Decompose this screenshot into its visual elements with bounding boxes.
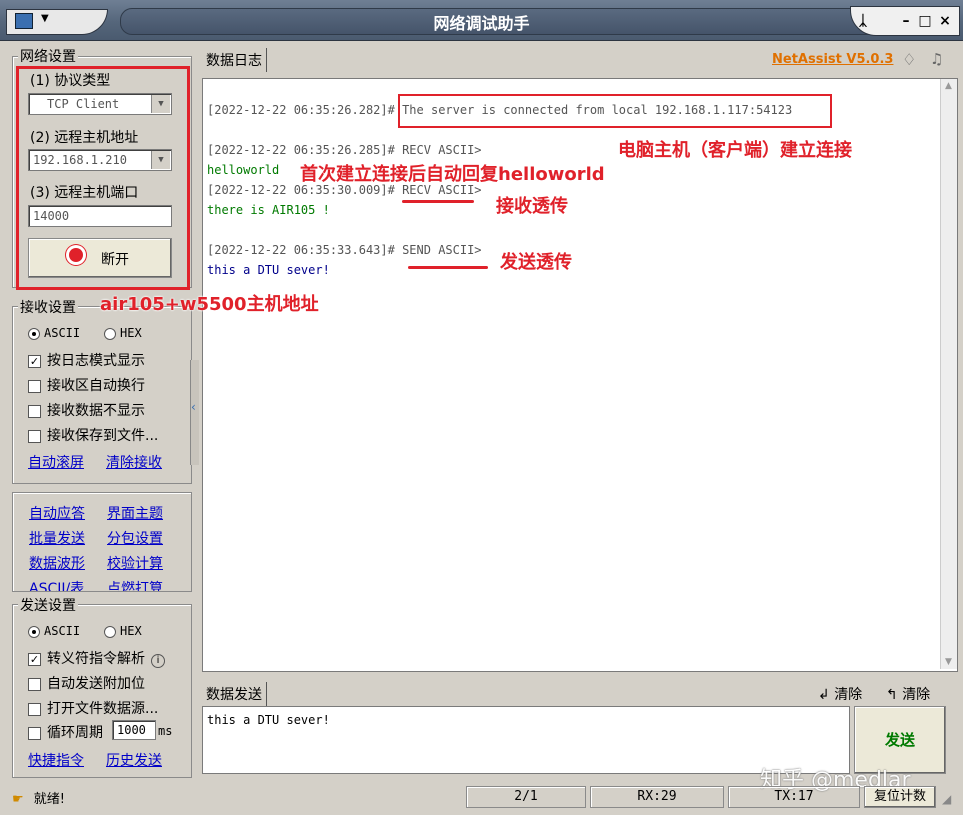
extra-tool-link[interactable]: 点燃打算 [107, 578, 163, 591]
version-label[interactable]: NetAssist V5.0.3 [772, 52, 893, 67]
host-label: (2) 远程主机地址 [30, 130, 139, 146]
log-line-dtu: this a DTU sever! [207, 263, 330, 277]
resize-grip-icon[interactable]: ◢ [942, 792, 951, 806]
batch-send-link[interactable]: 批量发送 [29, 528, 85, 548]
skin-icon[interactable]: ♢ [902, 50, 916, 69]
auto-scroll-link[interactable]: 自动滚屏 [28, 452, 84, 472]
receive-hex-radio[interactable]: HEX [104, 326, 142, 340]
protocol-select[interactable]: TCP Client ▼ [28, 93, 172, 115]
status-page: 2/1 [466, 786, 586, 808]
log-line-recv-1: [2022-12-22 06:35:26.285]# RECV ASCII> [207, 143, 482, 157]
checkbox-icon [28, 429, 41, 443]
send-option-escape[interactable]: ✓ 转义符指令解析 i [28, 648, 165, 668]
collapse-sidebar-handle[interactable]: ‹ [190, 360, 199, 465]
theme-link[interactable]: 界面主题 [107, 503, 163, 523]
checkbox-icon [28, 404, 41, 418]
reset-count-button[interactable]: 复位计数 [864, 786, 936, 808]
receive-ascii-radio[interactable]: ASCII [28, 326, 80, 340]
port-label: (3) 远程主机端口 [30, 185, 139, 201]
log-line-air105: there is AIR105 ! [207, 203, 330, 217]
host-value: 192.168.1.210 [33, 153, 127, 167]
send-option-append[interactable]: 自动发送附加位 [28, 673, 145, 693]
send-history-link[interactable]: 历史发送 [106, 750, 162, 770]
checkbox-checked-icon: ✓ [28, 354, 41, 368]
checksum-link[interactable]: 校验计算 [107, 553, 163, 573]
loop-period-input[interactable]: 1000 [112, 720, 156, 740]
pin-icon[interactable]: ᛣ [850, 10, 876, 32]
receive-option-save-file[interactable]: 接收保存到文件... [28, 425, 158, 445]
host-select[interactable]: 192.168.1.210 ▼ [28, 149, 172, 171]
status-tx: TX:17 [728, 786, 860, 808]
clear-send-button[interactable]: ↲ 清除 [818, 684, 862, 704]
scroll-down-icon[interactable]: ▼ [945, 657, 952, 667]
radio-icon [104, 327, 116, 340]
bell-icon[interactable]: ♫ [930, 50, 943, 68]
send-hex-radio[interactable]: HEX [104, 624, 142, 638]
packet-settings-link[interactable]: 分包设置 [107, 528, 163, 548]
close-button[interactable]: × [932, 10, 958, 32]
checkbox-checked-icon: ✓ [28, 652, 41, 666]
send-underline [408, 266, 488, 269]
checkbox-icon [28, 677, 41, 691]
network-settings-label: 网络设置 [18, 46, 78, 66]
shortcut-commands-link[interactable]: 快捷指令 [28, 750, 84, 770]
clear-history-button[interactable]: ↰ 清除 [886, 684, 930, 704]
radio-selected-icon [28, 625, 40, 638]
radio-icon [104, 625, 116, 638]
send-tab[interactable]: 数据发送 [202, 682, 267, 706]
clear-down-icon: ↲ [818, 687, 835, 703]
disconnect-label: 断开 [101, 252, 129, 268]
receive-option-wrap[interactable]: 接收区自动换行 [28, 375, 145, 395]
checkbox-icon [28, 379, 41, 393]
receive-option-log-mode[interactable]: ✓ 按日志模式显示 [28, 350, 145, 370]
chevron-down-icon[interactable]: ▼ [151, 151, 170, 169]
window-title: 网络调试助手 [433, 14, 530, 33]
connection-status-icon [69, 248, 83, 262]
info-icon[interactable]: i [151, 654, 165, 668]
log-line-helloworld: helloworld [207, 163, 280, 177]
send-input-text: this a DTU sever! [207, 713, 330, 727]
tools-group: 自动应答 界面主题 批量发送 分包设置 数据波形 校验计算 ASCII/表 点燃… [12, 492, 192, 592]
annotation-host-address: air105+w5500主机地址 [100, 294, 319, 315]
annotation-auto-reply: 首次建立连接后自动回复helloworld [300, 164, 605, 185]
log-tab[interactable]: 数据日志 [202, 48, 267, 72]
send-option-loop[interactable]: 循环周期 [28, 722, 103, 742]
chevron-down-icon[interactable]: ▼ [151, 95, 170, 113]
waveform-link[interactable]: 数据波形 [29, 553, 85, 573]
scroll-up-icon[interactable]: ▲ [945, 81, 952, 91]
auto-reply-link[interactable]: 自动应答 [29, 503, 85, 523]
clear-receive-link[interactable]: 清除接收 [106, 452, 162, 472]
log-scrollbar[interactable]: ▲ ▼ [940, 79, 957, 669]
protocol-label: (1) 协议类型 [30, 73, 111, 89]
disconnect-button[interactable]: 断开 [28, 238, 172, 278]
clear-up-icon: ↰ [886, 687, 903, 703]
annotation-send-passthrough: 发送透传 [500, 252, 572, 273]
send-ascii-radio[interactable]: ASCII [28, 624, 80, 638]
send-settings-label: 发送设置 [18, 595, 78, 615]
ascii-table-link[interactable]: ASCII/表 [29, 578, 84, 591]
checkbox-icon [28, 726, 41, 740]
receive-settings-label: 接收设置 [18, 297, 78, 317]
annotation-host-connect: 电脑主机（客户端）建立连接 [618, 140, 852, 161]
status-rx: RX:29 [590, 786, 724, 808]
receive-option-hide[interactable]: 接收数据不显示 [28, 400, 145, 420]
connected-highlight-box [398, 94, 832, 128]
status-ready: ☛ 就绪! [12, 792, 66, 807]
send-option-file-source[interactable]: 打开文件数据源... [28, 698, 158, 718]
send-input[interactable]: this a DTU sever! [202, 706, 850, 774]
loop-period-unit: ms [158, 724, 173, 738]
protocol-value: TCP Client [47, 97, 120, 111]
recv-underline [402, 200, 474, 203]
hand-pointer-icon: ☛ [12, 792, 24, 807]
annotation-recv-passthrough: 接收透传 [496, 196, 568, 217]
radio-selected-icon [28, 327, 40, 340]
port-input[interactable]: 14000 [28, 205, 172, 227]
chevron-left-icon: ‹ [191, 400, 196, 414]
checkbox-icon [28, 702, 41, 716]
log-line-send: [2022-12-22 06:35:33.643]# SEND ASCII> [207, 243, 482, 257]
